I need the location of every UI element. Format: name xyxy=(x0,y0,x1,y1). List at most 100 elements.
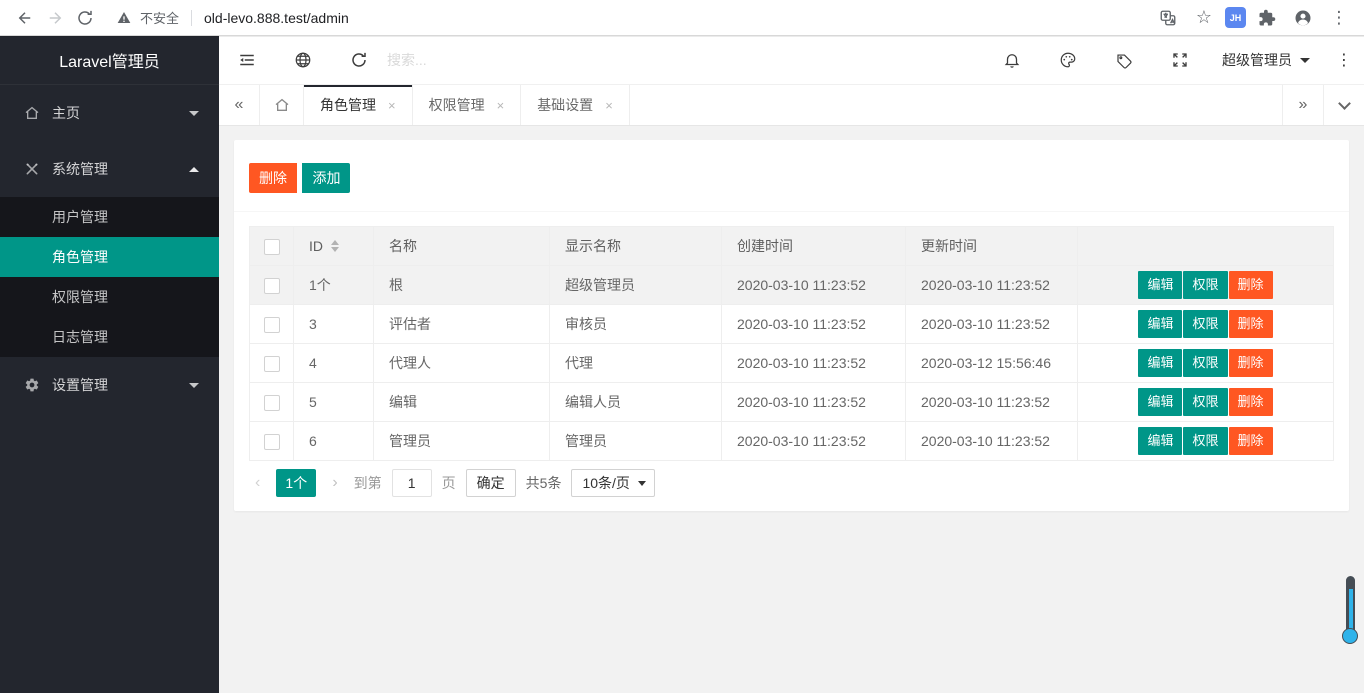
cell-updated-at: 2020-03-10 11:23:52 xyxy=(906,305,1078,344)
permission-button[interactable]: 权限 xyxy=(1183,271,1227,299)
tag-button[interactable] xyxy=(1096,36,1152,85)
back-button[interactable] xyxy=(10,3,40,33)
extension-jh-button[interactable]: JH xyxy=(1225,7,1246,28)
browser-actions: ☆ JH ⋮ xyxy=(1153,3,1354,33)
sidebar-item-settings[interactable]: 设置管理 xyxy=(0,357,219,413)
fullscreen-button[interactable] xyxy=(1152,36,1208,85)
user-menu[interactable]: 超级管理员 xyxy=(1208,36,1324,85)
tabs-dropdown-button[interactable] xyxy=(1323,85,1364,125)
column-header-created-at: 创建时间 xyxy=(722,227,906,266)
close-icon[interactable]: × xyxy=(605,98,613,113)
row-checkbox[interactable] xyxy=(264,278,280,294)
tab-basic-settings[interactable]: 基础设置 × xyxy=(521,85,630,125)
notifications-button[interactable] xyxy=(984,36,1040,85)
delete-selected-button[interactable]: 删除 xyxy=(249,163,297,193)
row-checkbox[interactable] xyxy=(264,395,280,411)
row-checkbox[interactable] xyxy=(264,434,280,450)
table-row: 3 评估者 审核员 2020-03-10 11:23:52 2020-03-10… xyxy=(250,305,1334,344)
back-arrow-icon xyxy=(16,9,34,27)
puzzle-icon xyxy=(1258,9,1276,27)
tabs-scroll-right-button[interactable]: » xyxy=(1282,85,1323,125)
column-header-actions xyxy=(1078,227,1334,266)
search-input[interactable] xyxy=(387,45,667,75)
chevron-down-icon xyxy=(1338,97,1351,110)
caret-down-icon xyxy=(638,481,646,486)
forward-button[interactable] xyxy=(40,3,70,33)
cell-created-at: 2020-03-10 11:23:52 xyxy=(722,344,906,383)
tabs-scroll-left-button[interactable]: « xyxy=(219,85,260,125)
roles-table: ID 名称 显示名称 创建时间 更新时间 xyxy=(249,226,1334,461)
caret-up-icon xyxy=(189,167,199,172)
tab-permissions[interactable]: 权限管理 × xyxy=(413,85,522,125)
current-page-button[interactable]: 1个 xyxy=(276,469,316,497)
column-header-id: ID xyxy=(294,227,374,266)
sidebar-subitem-users[interactable]: 用户管理 xyxy=(0,197,219,237)
tab-home[interactable] xyxy=(260,85,304,125)
language-globe-button[interactable] xyxy=(275,36,331,85)
column-header-display-name: 显示名称 xyxy=(550,227,722,266)
cell-updated-at: 2020-03-12 15:56:46 xyxy=(906,344,1078,383)
delete-button[interactable]: 删除 xyxy=(1229,388,1273,416)
goto-page-label: 到第 xyxy=(354,473,382,493)
sidebar-item-system[interactable]: 系统管理 xyxy=(0,141,219,197)
sort-icon[interactable] xyxy=(331,240,339,252)
delete-button[interactable]: 删除 xyxy=(1229,427,1273,455)
scroll-thermometer-widget[interactable] xyxy=(1342,576,1358,648)
edit-button[interactable]: 编辑 xyxy=(1138,271,1182,299)
edit-button[interactable]: 编辑 xyxy=(1138,310,1182,338)
delete-button[interactable]: 删除 xyxy=(1229,271,1273,299)
edit-button[interactable]: 编辑 xyxy=(1138,349,1182,377)
edit-button[interactable]: 编辑 xyxy=(1138,427,1182,455)
permission-button[interactable]: 权限 xyxy=(1183,388,1227,416)
browser-menu-button[interactable]: ⋮ xyxy=(1324,3,1354,33)
permission-button[interactable]: 权限 xyxy=(1183,427,1227,455)
not-secure-warning-icon xyxy=(116,10,132,26)
page-number-input[interactable] xyxy=(392,469,432,497)
close-icon[interactable]: × xyxy=(388,98,396,113)
confirm-page-button[interactable]: 确定 xyxy=(466,469,516,497)
avatar-icon xyxy=(1294,9,1312,27)
page-size-select[interactable]: 10条/页 xyxy=(571,469,654,497)
bell-icon xyxy=(1003,51,1021,69)
sidebar-item-home[interactable]: 主页 xyxy=(0,85,219,141)
permission-button[interactable]: 权限 xyxy=(1183,349,1227,377)
address-url[interactable]: old-levo.888.test/admin xyxy=(204,10,349,26)
address-bar[interactable]: 不安全 old-levo.888.test/admin xyxy=(116,8,349,27)
pagination: ‹ 1个 › 到第 页 确定 共5条 10条/页 xyxy=(249,469,1334,497)
reload-button[interactable] xyxy=(70,3,100,33)
translate-button[interactable] xyxy=(1153,3,1183,33)
admin-header: 超级管理员 ⋮ xyxy=(219,36,1364,85)
row-checkbox[interactable] xyxy=(264,356,280,372)
total-count-label: 共5条 xyxy=(526,473,562,493)
next-page-button[interactable]: › xyxy=(326,474,343,492)
prev-page-button[interactable]: ‹ xyxy=(249,474,266,492)
select-all-checkbox[interactable] xyxy=(264,239,280,255)
delete-button[interactable]: 删除 xyxy=(1229,310,1273,338)
bookmark-star-button[interactable]: ☆ xyxy=(1189,3,1219,33)
extensions-button[interactable] xyxy=(1252,3,1282,33)
sidebar-subitem-permissions[interactable]: 权限管理 xyxy=(0,277,219,317)
header-more-button[interactable]: ⋮ xyxy=(1324,50,1364,70)
sidebar: Laravel管理员 主页 系统管理 用户管理 角色管理 权限管理 xyxy=(0,36,219,693)
theme-button[interactable] xyxy=(1040,36,1096,85)
row-checkbox[interactable] xyxy=(264,317,280,333)
profile-avatar-button[interactable] xyxy=(1288,3,1318,33)
add-role-button[interactable]: 添加 xyxy=(302,163,350,193)
delete-button[interactable]: 删除 xyxy=(1229,349,1273,377)
edit-button[interactable]: 编辑 xyxy=(1138,388,1182,416)
close-icon[interactable]: × xyxy=(497,98,505,113)
security-label[interactable]: 不安全 xyxy=(140,8,179,27)
sidebar-subitem-logs[interactable]: 日志管理 xyxy=(0,317,219,357)
table-row: 5 编辑 编辑人员 2020-03-10 11:23:52 2020-03-10… xyxy=(250,383,1334,422)
permission-button[interactable]: 权限 xyxy=(1183,310,1227,338)
collapse-sidebar-button[interactable] xyxy=(219,36,275,85)
cell-updated-at: 2020-03-10 11:23:52 xyxy=(906,383,1078,422)
table-row: 4 代理人 代理 2020-03-10 11:23:52 2020-03-12 … xyxy=(250,344,1334,383)
page-suffix-label: 页 xyxy=(442,473,456,493)
refresh-page-button[interactable] xyxy=(331,36,387,85)
address-divider xyxy=(191,10,192,26)
cell-id: 4 xyxy=(294,344,374,383)
sidebar-subitem-roles[interactable]: 角色管理 xyxy=(0,237,219,277)
tab-roles[interactable]: 角色管理 × xyxy=(304,85,413,125)
thermometer-bulb xyxy=(1342,628,1358,644)
